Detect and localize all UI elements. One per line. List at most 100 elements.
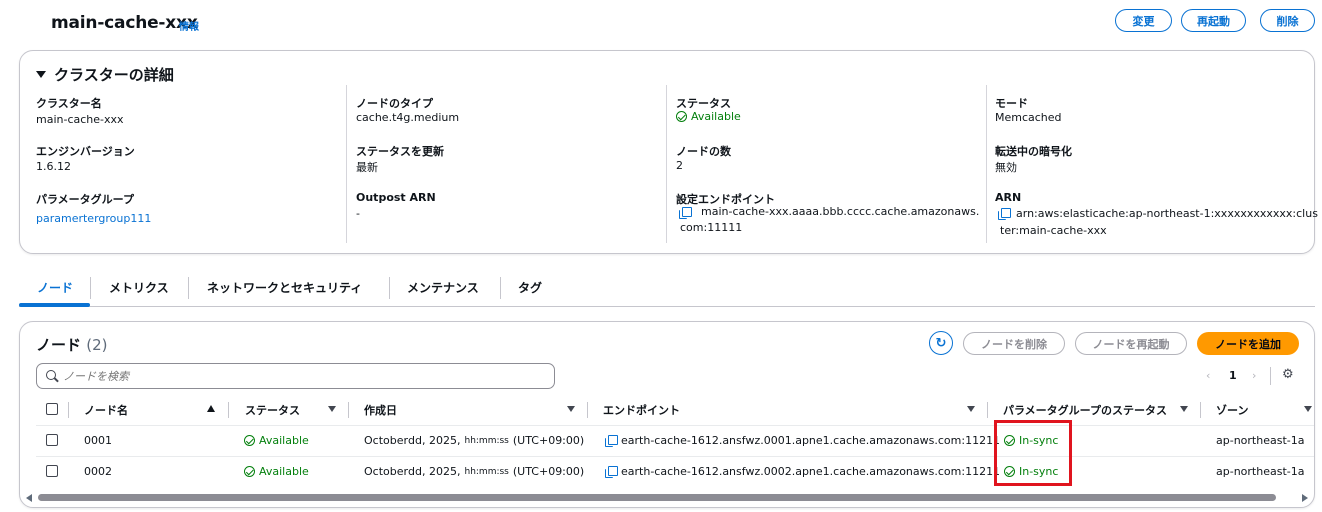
copy-icon[interactable]: [605, 465, 618, 478]
node-created: October dd , 2025, hh:mm:ss (UTC+09:00): [364, 465, 584, 478]
column-separator: [1200, 402, 1201, 418]
endpoint-text: earth-cache-1612.ansfwz.0002.apne1.cache…: [621, 465, 1001, 478]
parameter-group-link[interactable]: paramertergroup111: [36, 212, 151, 225]
refresh-button[interactable]: ↻: [929, 331, 953, 355]
tab-maintenance[interactable]: メンテナンス: [407, 279, 479, 296]
row-checkbox[interactable]: [46, 434, 58, 446]
node-count-value: 2: [676, 159, 683, 172]
column-header-node-name[interactable]: ノード名: [84, 402, 128, 418]
column-header-status[interactable]: ステータス: [245, 402, 300, 418]
tab-separator: [90, 277, 91, 299]
nodes-title-text: ノード: [36, 336, 82, 354]
select-all-checkbox[interactable]: [46, 403, 58, 415]
reboot-node-button[interactable]: ノードを再起動: [1075, 332, 1187, 355]
add-node-button[interactable]: ノードを追加: [1197, 332, 1299, 355]
horizontal-scrollbar[interactable]: [24, 492, 1308, 502]
check-circle-icon: [244, 435, 255, 446]
arn-value-line1: arn:aws:elasticache:ap-northeast-1:xxxxx…: [1016, 207, 1318, 220]
caret-down-icon: [36, 71, 46, 78]
column-header-endpoint[interactable]: エンドポイント: [603, 402, 680, 418]
node-name: 0002: [84, 465, 112, 478]
scroll-right-icon[interactable]: [1302, 494, 1308, 502]
tab-separator: [389, 277, 390, 299]
tab-tags[interactable]: タグ: [518, 279, 542, 296]
copy-icon[interactable]: [605, 434, 618, 447]
created-tz: (UTC+09:00): [512, 434, 585, 447]
node-status-text: Available: [259, 434, 309, 447]
column-divider: [346, 85, 347, 243]
created-time: hh:mm:ss: [464, 466, 509, 477]
node-endpoint: earth-cache-1612.ansfwz.0001.apne1.cache…: [605, 434, 1000, 447]
tab-nodes[interactable]: ノード: [37, 279, 73, 296]
sort-icon[interactable]: [567, 406, 575, 412]
column-separator: [228, 402, 229, 418]
config-endpoint-value-line2: com:11111: [680, 221, 743, 234]
highlight-box: [994, 420, 1072, 486]
sort-icon[interactable]: [328, 406, 336, 412]
column-divider: [986, 85, 987, 243]
scroll-thumb[interactable]: [38, 494, 1276, 501]
column-separator: [348, 402, 349, 418]
column-header-param-status[interactable]: パラメータグループのステータス: [1003, 402, 1167, 418]
mode-value: Memcached: [995, 111, 1062, 124]
sort-icon[interactable]: [967, 406, 975, 412]
next-page-button[interactable]: ›: [1252, 369, 1256, 382]
cluster-details-toggle[interactable]: クラスターの詳細: [36, 64, 174, 85]
update-status-value: 最新: [356, 161, 378, 174]
column-header-zone[interactable]: ゾーン: [1216, 402, 1248, 418]
column-divider: [666, 85, 667, 243]
node-search: [36, 363, 555, 389]
cluster-name-value: main-cache-xxx: [36, 113, 124, 126]
created-tz: (UTC+09:00): [512, 465, 585, 478]
outpost-arn-label: Outpost ARN: [356, 191, 436, 204]
created-day: dd: [408, 434, 422, 447]
column-separator: [587, 402, 588, 418]
search-input[interactable]: [63, 367, 543, 385]
column-separator: [987, 402, 988, 418]
check-circle-icon: [244, 466, 255, 477]
row-divider: [36, 456, 1314, 457]
parameter-group-label: パラメータグループ: [36, 193, 135, 206]
cluster-details-panel: クラスターの詳細 クラスター名 main-cache-xxx エンジンバージョン…: [19, 50, 1318, 254]
created-day: dd: [408, 465, 422, 478]
nodes-panel: ノード (2) ↻ ノードを削除 ノードを再起動 ノードを追加 ‹ 1 › ⚙ …: [19, 321, 1315, 508]
row-divider: [36, 425, 1314, 426]
node-status-text: Available: [259, 465, 309, 478]
node-name: 0001: [84, 434, 112, 447]
config-endpoint-value-line1: main-cache-xxx.aaaa.bbb.cccc.cache.amazo…: [701, 205, 980, 218]
cluster-details-title: クラスターの詳細: [54, 66, 174, 84]
delete-node-button[interactable]: ノードを削除: [963, 332, 1065, 355]
copy-icon[interactable]: [679, 207, 692, 219]
sort-icon[interactable]: [1180, 406, 1188, 412]
check-circle-icon: [676, 111, 687, 122]
settings-gear-icon[interactable]: ⚙: [1282, 367, 1294, 382]
tab-separator: [500, 277, 501, 299]
tab-network-security[interactable]: ネットワークとセキュリティ: [207, 279, 362, 296]
reboot-button[interactable]: 再起動: [1181, 9, 1246, 32]
detail-tabs: ノード メトリクス ネットワークとセキュリティ メンテナンス タグ: [19, 272, 1315, 307]
search-icon: [46, 370, 56, 380]
node-status: Available: [244, 465, 309, 478]
created-time: hh:mm:ss: [464, 435, 509, 446]
scroll-left-icon[interactable]: [26, 494, 32, 502]
row-checkbox[interactable]: [46, 465, 58, 477]
nodes-title: ノード (2): [36, 334, 108, 355]
engine-version-value: 1.6.12: [36, 160, 71, 173]
modify-button[interactable]: 変更: [1115, 9, 1172, 32]
node-type-label: ノードのタイプ: [356, 97, 433, 110]
prev-page-button[interactable]: ‹: [1206, 369, 1210, 382]
page-number-1[interactable]: 1: [1229, 369, 1237, 382]
delete-button[interactable]: 削除: [1260, 9, 1315, 32]
sort-icon[interactable]: [1304, 406, 1312, 412]
arn-value-line2: ter:main-cache-xxx: [1000, 224, 1107, 237]
sort-ascending-icon[interactable]: [207, 405, 215, 412]
encryption-label: 転送中の暗号化: [995, 145, 1072, 158]
copy-icon[interactable]: [998, 208, 1011, 220]
info-link[interactable]: 情報: [179, 18, 199, 33]
node-type-value: cache.t4g.medium: [356, 111, 460, 124]
created-month: October: [364, 465, 409, 478]
node-zone: ap-northeast-1a: [1216, 434, 1305, 447]
active-tab-indicator: [19, 303, 90, 307]
column-header-created[interactable]: 作成日: [364, 402, 397, 418]
tab-metrics[interactable]: メトリクス: [109, 279, 169, 296]
